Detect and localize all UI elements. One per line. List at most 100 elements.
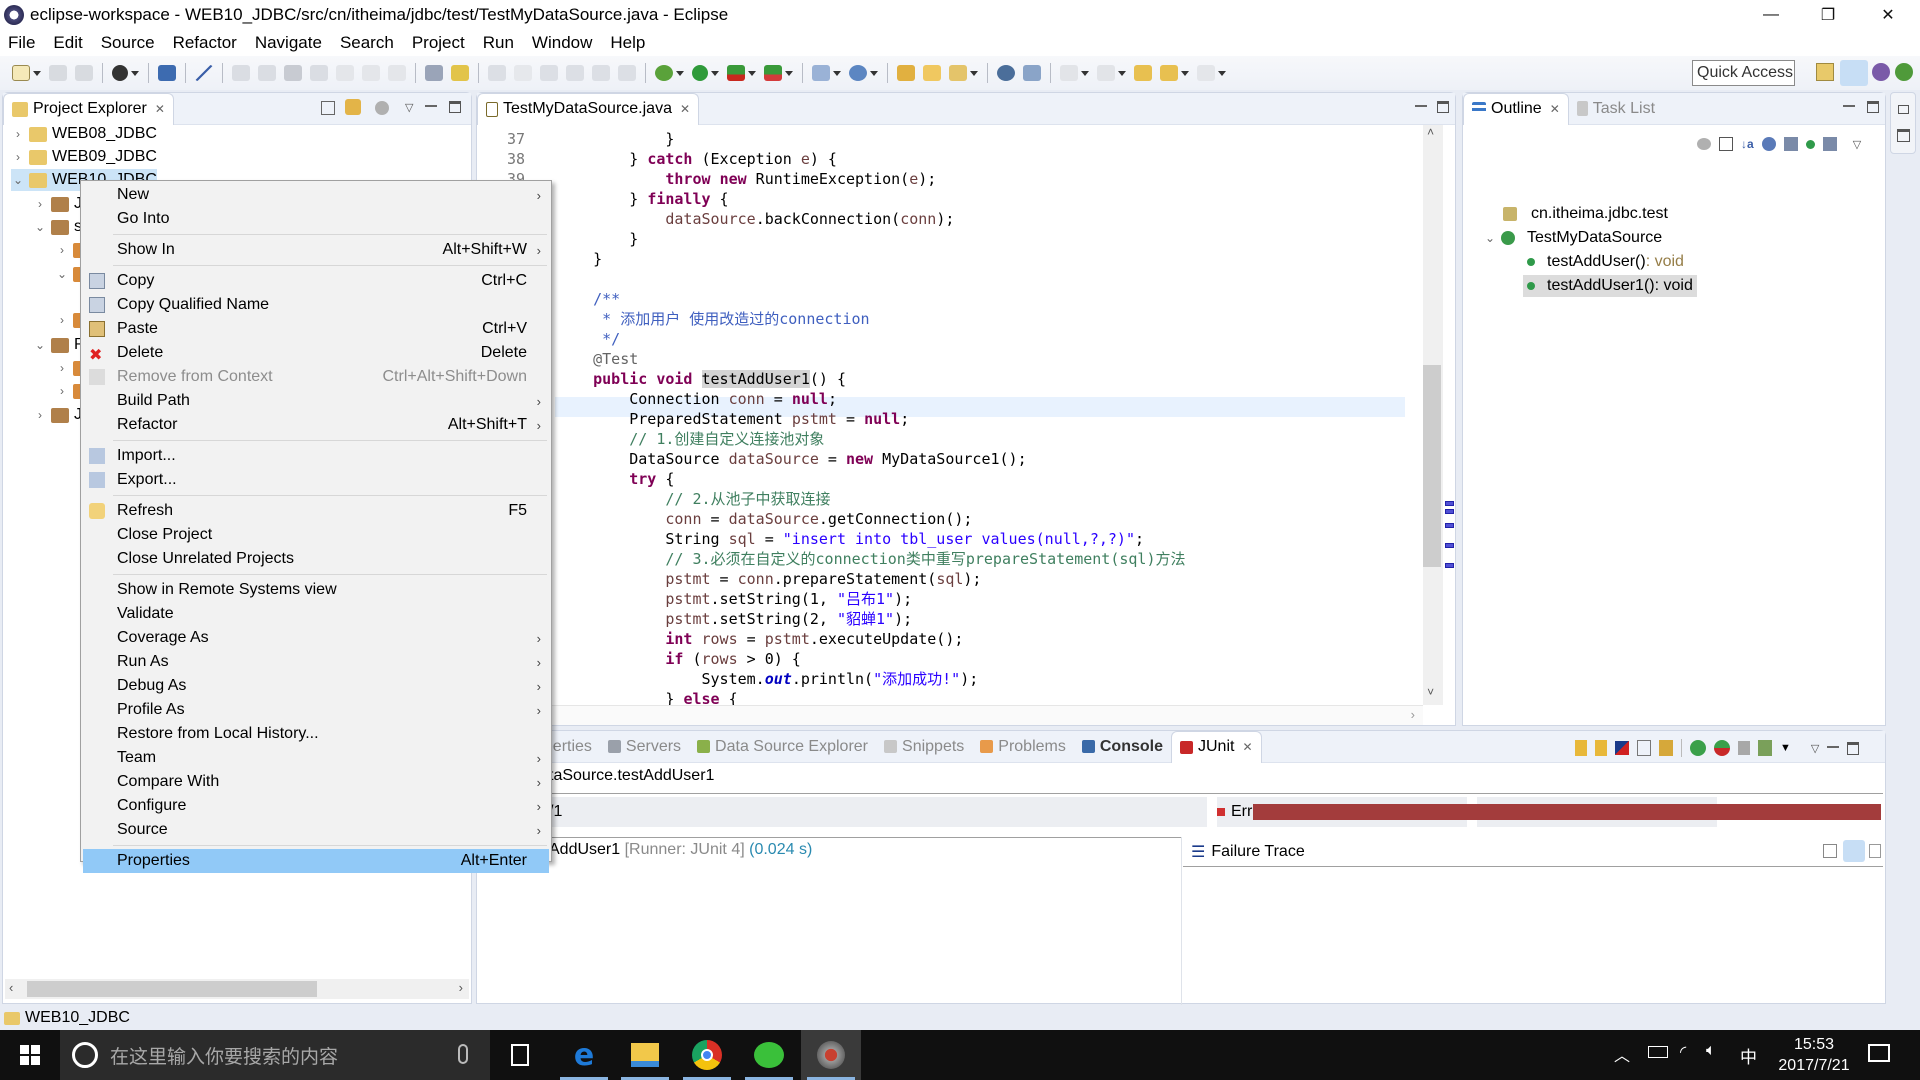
view-icon[interactable]	[1897, 129, 1910, 142]
word-wrap-icon[interactable]	[592, 65, 610, 81]
taskbar-wechat[interactable]	[739, 1030, 799, 1080]
chevron-right-icon[interactable]: ›	[33, 197, 47, 211]
maximize-view-icon[interactable]	[1847, 741, 1860, 755]
restore-icon[interactable]	[1898, 105, 1909, 114]
skip-breakpoints-icon[interactable]	[195, 65, 213, 81]
toggle-ant-icon[interactable]	[451, 65, 469, 81]
minimize-button[interactable]: —	[1743, 0, 1799, 30]
horizontal-scrollbar[interactable]: ‹ ›	[5, 979, 469, 999]
menu-item-refresh[interactable]: Refresh F5	[83, 499, 549, 523]
collapse-all-icon[interactable]	[321, 101, 335, 115]
menu-refactor[interactable]: Refactor	[171, 33, 239, 53]
external-tools-dropdown-icon[interactable]	[785, 70, 793, 76]
new-class-icon[interactable]	[849, 65, 867, 81]
tab-console[interactable]: Console	[1074, 731, 1171, 763]
close-icon[interactable]: ✕	[1242, 740, 1252, 754]
scroll-left-icon[interactable]: ‹	[9, 980, 13, 995]
save-all-icon[interactable]	[75, 65, 93, 81]
menu-item-build-path[interactable]: Build Path ›	[83, 389, 549, 413]
tab-junit[interactable]: JUnit ✕	[1170, 730, 1262, 763]
quick-access-input[interactable]: Quick Access	[1692, 60, 1795, 86]
forward-icon[interactable]	[1197, 65, 1215, 81]
run-dropdown-icon[interactable]	[711, 70, 719, 76]
chevron-right-icon[interactable]: ›	[55, 313, 69, 327]
scroll-up-icon[interactable]: ˄	[1427, 125, 1434, 140]
prev-annotation-dropdown-icon[interactable]	[1118, 70, 1126, 76]
start-button[interactable]	[0, 1030, 60, 1080]
next-annotation-dropdown-icon[interactable]	[1081, 70, 1089, 76]
compare-results-icon[interactable]	[1823, 844, 1837, 858]
search-icon[interactable]	[949, 65, 967, 81]
vertical-scrollbar[interactable]: ˄ ˅	[1423, 125, 1443, 705]
occurrence-marker[interactable]	[1445, 523, 1454, 528]
debug-dropdown-icon[interactable]	[676, 70, 684, 76]
copy-trace-icon[interactable]	[1869, 844, 1881, 858]
new-icon[interactable]	[12, 65, 30, 81]
outline-item[interactable]: cn.itheima.jdbc.test	[1503, 203, 1668, 225]
new-java-project-icon[interactable]	[812, 65, 830, 81]
chevron-down-icon[interactable]: ⌄	[55, 267, 69, 281]
menu-item-close-project[interactable]: Close Project	[83, 523, 549, 547]
outline-item[interactable]: testAddUser() : void	[1523, 251, 1684, 273]
task-view-button[interactable]	[490, 1030, 550, 1080]
step-over-icon[interactable]	[362, 65, 380, 81]
open-type-icon[interactable]	[897, 65, 915, 81]
chevron-right-icon[interactable]: ›	[11, 127, 25, 141]
mark-occurrences-icon[interactable]	[488, 65, 506, 81]
minimize-view-icon[interactable]	[1415, 105, 1427, 109]
menu-item-profile-as[interactable]: Profile As ›	[83, 698, 549, 722]
highlight-icon[interactable]	[540, 65, 558, 81]
terminal-icon[interactable]	[158, 65, 176, 81]
code-editor[interactable]: 37 38 39 } } catch (Exception e) { throw n…	[477, 125, 1455, 705]
show-skipped-icon[interactable]	[1637, 740, 1651, 756]
menu-navigate[interactable]: Navigate	[253, 33, 324, 53]
taskbar-file-explorer[interactable]	[615, 1030, 675, 1080]
close-icon[interactable]: ✕	[680, 102, 690, 116]
menu-search[interactable]: Search	[338, 33, 396, 53]
run-coverage-icon[interactable]	[727, 65, 745, 81]
menu-item-show-in[interactable]: Show In Alt+Shift+W ›	[83, 238, 549, 262]
maximize-view-icon[interactable]	[1867, 101, 1879, 113]
chevron-down-icon[interactable]: ⌄	[11, 173, 25, 187]
filters-icon[interactable]	[375, 101, 389, 115]
web-browser-icon[interactable]	[997, 65, 1015, 81]
forward-dropdown-icon[interactable]	[1218, 70, 1226, 76]
step-return-icon[interactable]	[388, 65, 406, 81]
view-menu-icon[interactable]: ▽	[405, 101, 413, 114]
java-ee-perspective-icon[interactable]	[1840, 60, 1868, 86]
tab-project-explorer[interactable]: Project Explorer ✕	[3, 92, 174, 125]
tab-data-source-explorer[interactable]: Data Source Explorer	[689, 731, 876, 763]
menu-item-validate[interactable]: Validate	[83, 602, 549, 626]
minimize-view-icon[interactable]	[425, 105, 437, 109]
search-dropdown-icon[interactable]	[970, 70, 978, 76]
terminate-icon[interactable]	[284, 65, 302, 81]
menu-run[interactable]: Run	[481, 33, 516, 53]
battery-icon[interactable]	[1648, 1046, 1668, 1058]
tab-task-list[interactable]: Task List	[1569, 93, 1663, 125]
next-annotation-icon[interactable]	[1060, 65, 1078, 81]
scroll-right-icon[interactable]: ›	[459, 980, 463, 995]
microphone-icon[interactable]	[458, 1044, 468, 1064]
menu-item-export[interactable]: Export...	[83, 468, 549, 492]
close-icon[interactable]: ✕	[155, 102, 165, 116]
menu-item-restore-from-local-history[interactable]: Restore from Local History...	[83, 722, 549, 746]
menu-source[interactable]: Source	[99, 33, 157, 53]
tab-servers[interactable]: Servers	[600, 731, 689, 763]
open-folder-icon[interactable]	[923, 65, 941, 81]
use-step-filters-icon[interactable]	[425, 65, 443, 81]
menu-item-close-unrelated-projects[interactable]: Close Unrelated Projects	[83, 547, 549, 571]
link-with-editor-icon[interactable]	[345, 99, 361, 115]
prev-annotation-icon[interactable]	[1097, 65, 1115, 81]
profile-dropdown-icon[interactable]	[131, 70, 139, 76]
show-failures-only-icon[interactable]	[1615, 741, 1629, 755]
debug-perspective-icon[interactable]	[1895, 63, 1913, 81]
action-center-icon[interactable]	[1868, 1044, 1890, 1062]
junit-result-row[interactable]: AddUser1 [Runner: JUnit 4] (0.024 s)	[549, 841, 812, 859]
ime-indicator[interactable]: 中	[1740, 1043, 1757, 1068]
occurrence-marker[interactable]	[1445, 509, 1454, 514]
scroll-down-icon[interactable]: ˅	[1427, 685, 1434, 700]
menu-item-compare-with[interactable]: Compare With ›	[83, 770, 549, 794]
occurrence-marker[interactable]	[1445, 501, 1454, 506]
suspend-icon[interactable]	[258, 65, 276, 81]
close-button[interactable]: ✕	[1860, 0, 1916, 30]
